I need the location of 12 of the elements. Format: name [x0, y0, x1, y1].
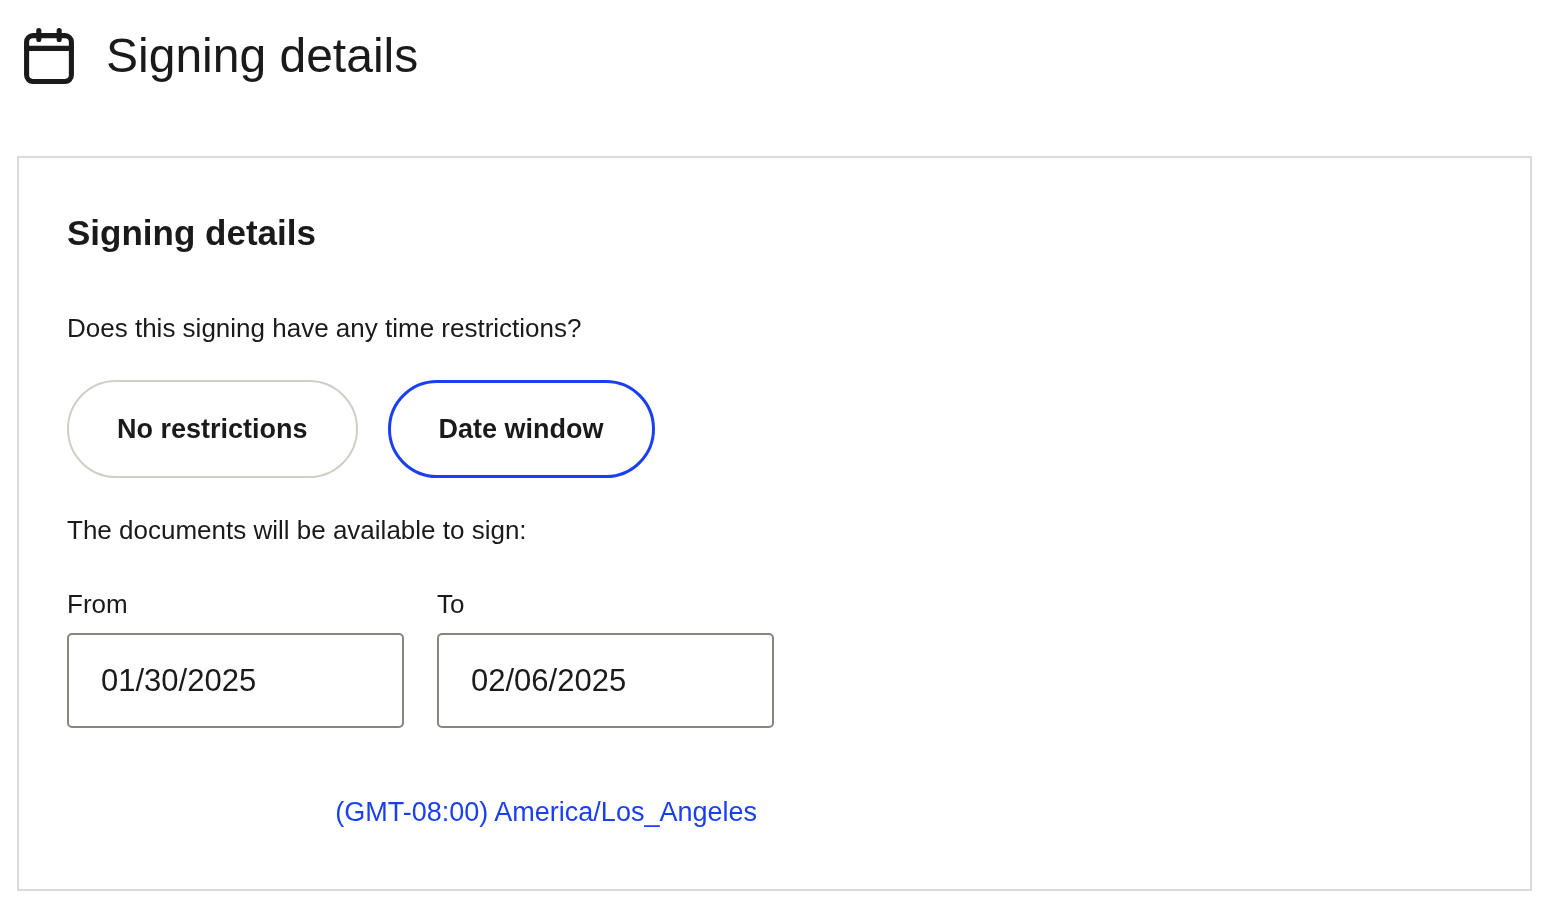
option-button[interactable]: Date window — [387, 380, 655, 478]
question-text: Does this signing have any time restrictions? — [67, 312, 583, 344]
field-label: To — [437, 588, 465, 620]
card-title: Signing details — [67, 212, 317, 254]
date-field[interactable]: 02/06/2025 — [437, 633, 774, 728]
option-button[interactable]: No restrictions — [67, 380, 358, 478]
date-field[interactable]: 01/30/2025 — [67, 633, 404, 728]
timezone-link[interactable]: (GMT-08:00) America/Los_Angeles — [335, 796, 757, 829]
calendar-icon — [22, 28, 76, 84]
availability-text: The documents will be available to sign: — [67, 514, 528, 546]
field-label: From — [67, 588, 128, 620]
page-title: Signing details — [106, 28, 419, 84]
